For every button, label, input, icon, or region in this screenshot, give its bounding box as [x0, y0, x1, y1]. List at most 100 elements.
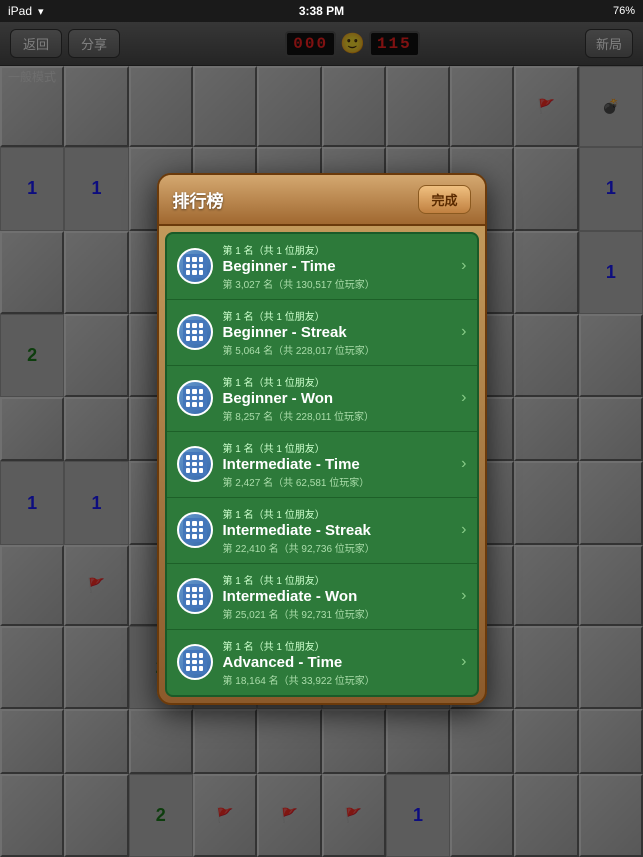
lb-sub: 第 18,164 名（共 33,922 位玩家）	[223, 672, 456, 687]
lb-rank: 第 1 名（共 1 位朋友）	[223, 638, 456, 653]
lb-rank: 第 1 名（共 1 位朋友）	[223, 506, 456, 521]
lb-dot	[186, 336, 191, 341]
lb-dot	[192, 521, 197, 526]
lb-text: 第 1 名（共 1 位朋友） Advanced - Time 第 18,164 …	[223, 638, 456, 687]
lb-dot	[192, 323, 197, 328]
chevron-right-icon: ›	[461, 389, 466, 407]
lb-dot	[186, 323, 191, 328]
lb-icon	[177, 512, 213, 548]
lb-rank: 第 1 名（共 1 位朋友）	[223, 572, 456, 587]
lb-icon-grid	[183, 584, 207, 608]
lb-sub: 第 2,427 名（共 62,581 位玩家）	[223, 474, 456, 489]
lb-icon-grid	[183, 386, 207, 410]
lb-sub: 第 3,027 名（共 130,517 位玩家）	[223, 276, 456, 291]
lb-dot	[199, 455, 204, 460]
lb-name: Beginner - Streak	[223, 324, 456, 341]
lb-icon-grid	[183, 452, 207, 476]
leaderboard-content: 第 1 名（共 1 位朋友） Beginner - Time 第 3,027 名…	[165, 232, 479, 697]
lb-text: 第 1 名（共 1 位朋友） Beginner - Time 第 3,027 名…	[223, 242, 456, 291]
lb-dot	[186, 587, 191, 592]
lb-name: Beginner - Won	[223, 390, 456, 407]
leaderboard-item[interactable]: 第 1 名（共 1 位朋友） Intermediate - Time 第 2,4…	[167, 432, 477, 498]
lb-name: Intermediate - Won	[223, 588, 456, 605]
lb-sub: 第 5,064 名（共 228,017 位玩家）	[223, 342, 456, 357]
lb-dot	[199, 323, 204, 328]
lb-dot	[199, 389, 204, 394]
lb-dot	[186, 534, 191, 539]
lb-icon	[177, 380, 213, 416]
lb-dot	[192, 462, 197, 467]
lb-dot	[199, 534, 204, 539]
chevron-right-icon: ›	[461, 323, 466, 341]
carrier-label: iPad	[8, 4, 32, 18]
lb-icon-grid	[183, 518, 207, 542]
lb-dot	[186, 653, 191, 658]
leaderboard-header: 排行榜 完成	[159, 175, 485, 226]
lb-text: 第 1 名（共 1 位朋友） Intermediate - Time 第 2,4…	[223, 440, 456, 489]
lb-dot	[192, 594, 197, 599]
lb-dot	[192, 264, 197, 269]
lb-dot	[199, 264, 204, 269]
lb-dot	[186, 402, 191, 407]
lb-dot	[186, 528, 191, 533]
lb-icon	[177, 314, 213, 350]
chevron-right-icon: ›	[461, 587, 466, 605]
lb-rank: 第 1 名（共 1 位朋友）	[223, 440, 456, 455]
chevron-right-icon: ›	[461, 521, 466, 539]
lb-icon-grid	[183, 650, 207, 674]
chevron-right-icon: ›	[461, 653, 466, 671]
status-left: iPad ▾	[8, 4, 44, 18]
lb-dot	[199, 528, 204, 533]
leaderboard-item[interactable]: 第 1 名（共 1 位朋友） Beginner - Streak 第 5,064…	[167, 300, 477, 366]
lb-dot	[192, 402, 197, 407]
lb-dot	[199, 521, 204, 526]
lb-dot	[186, 330, 191, 335]
lb-dot	[192, 528, 197, 533]
lb-dot	[199, 462, 204, 467]
lb-dot	[199, 270, 204, 275]
lb-dot	[186, 389, 191, 394]
leaderboard-item[interactable]: 第 1 名（共 1 位朋友） Intermediate - Won 第 25,0…	[167, 564, 477, 630]
lb-dot	[186, 666, 191, 671]
done-button[interactable]: 完成	[418, 185, 470, 214]
lb-sub: 第 22,410 名（共 92,736 位玩家）	[223, 540, 456, 555]
lb-dot	[199, 653, 204, 658]
lb-rank: 第 1 名（共 1 位朋友）	[223, 308, 456, 323]
lb-name: Beginner - Time	[223, 258, 456, 275]
leaderboard-title: 排行榜	[173, 187, 224, 212]
wifi-icon: ▾	[38, 5, 44, 18]
lb-dot	[186, 600, 191, 605]
lb-text: 第 1 名（共 1 位朋友） Intermediate - Won 第 25,0…	[223, 572, 456, 621]
leaderboard-item[interactable]: 第 1 名（共 1 位朋友） Intermediate - Streak 第 2…	[167, 498, 477, 564]
lb-rank: 第 1 名（共 1 位朋友）	[223, 242, 456, 257]
lb-dot	[199, 402, 204, 407]
lb-name: Advanced - Time	[223, 654, 456, 671]
lb-text: 第 1 名（共 1 位朋友） Beginner - Won 第 8,257 名（…	[223, 374, 456, 423]
lb-dot	[186, 660, 191, 665]
lb-dot	[186, 468, 191, 473]
lb-dot	[192, 336, 197, 341]
chevron-right-icon: ›	[461, 257, 466, 275]
lb-sub: 第 8,257 名（共 228,011 位玩家）	[223, 408, 456, 423]
lb-dot	[192, 389, 197, 394]
lb-dot	[199, 594, 204, 599]
lb-dot	[192, 660, 197, 665]
leaderboard-item[interactable]: 第 1 名（共 1 位朋友） Beginner - Time 第 3,027 名…	[167, 234, 477, 300]
lb-text: 第 1 名（共 1 位朋友） Intermediate - Streak 第 2…	[223, 506, 456, 555]
leaderboard-item[interactable]: 第 1 名（共 1 位朋友） Beginner - Won 第 8,257 名（…	[167, 366, 477, 432]
lb-rank: 第 1 名（共 1 位朋友）	[223, 374, 456, 389]
lb-icon	[177, 248, 213, 284]
lb-name: Intermediate - Streak	[223, 522, 456, 539]
leaderboard-item[interactable]: 第 1 名（共 1 位朋友） Advanced - Time 第 18,164 …	[167, 630, 477, 695]
lb-dot	[186, 594, 191, 599]
leaderboard-panel: 排行榜 完成 第 1 名（共 1 位朋友） Beginner - Time 第 …	[157, 173, 487, 705]
lb-dot	[192, 468, 197, 473]
lb-text: 第 1 名（共 1 位朋友） Beginner - Streak 第 5,064…	[223, 308, 456, 357]
modal-overlay: 排行榜 完成 第 1 名（共 1 位朋友） Beginner - Time 第 …	[0, 0, 643, 857]
lb-icon-grid	[183, 320, 207, 344]
lb-dot	[199, 666, 204, 671]
lb-dot	[186, 462, 191, 467]
lb-dot	[186, 396, 191, 401]
lb-dot	[192, 455, 197, 460]
lb-dot	[199, 396, 204, 401]
